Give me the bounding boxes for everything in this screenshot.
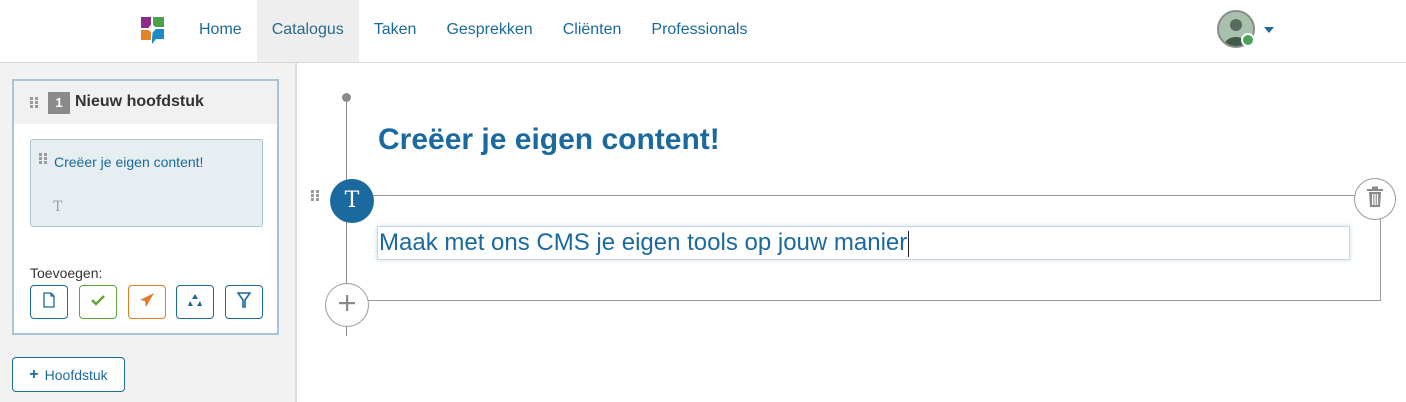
- chapter-card: 1 Nieuw hoofdstuk Creëer je eigen conten…: [12, 79, 279, 335]
- recycle-icon: [187, 292, 203, 313]
- chapter-number-badge: 1: [48, 92, 70, 114]
- plus-icon: [338, 294, 356, 317]
- editor-area: Creëer je eigen content! T Maak met ons …: [297, 63, 1406, 402]
- filter-icon: [236, 291, 252, 313]
- add-block-button[interactable]: [325, 283, 369, 327]
- nav-item-gesprekken[interactable]: Gesprekken: [431, 0, 547, 62]
- add-recycle-button[interactable]: [176, 285, 214, 319]
- text-type-icon: T: [330, 179, 374, 223]
- text-type-icon: T: [53, 199, 63, 215]
- timeline-start-dot: [342, 93, 351, 102]
- nav-item-taken[interactable]: Taken: [359, 0, 432, 62]
- add-document-button[interactable]: [30, 285, 68, 319]
- top-navigation-bar: Home Catalogus Taken Gesprekken Cliënten…: [0, 0, 1406, 63]
- text-block-input[interactable]: Maak met ons CMS je eigen tools op jouw …: [377, 226, 1350, 260]
- drag-handle-icon[interactable]: [311, 190, 319, 202]
- plus-icon: +: [29, 365, 39, 383]
- check-icon: [91, 293, 105, 311]
- chevron-down-icon[interactable]: [1264, 27, 1274, 33]
- add-filter-button[interactable]: [225, 285, 263, 319]
- main-nav: Home Catalogus Taken Gesprekken Cliënten…: [184, 0, 762, 62]
- online-status-icon: [1241, 33, 1255, 47]
- chapter-title: Nieuw hoofdstuk: [75, 93, 204, 110]
- nav-item-catalogus[interactable]: Catalogus: [256, 0, 359, 62]
- add-chapter-button[interactable]: + Hoofdstuk: [12, 357, 125, 392]
- add-send-button[interactable]: [128, 285, 166, 319]
- page-card[interactable]: Creëer je eigen content! T: [30, 139, 263, 227]
- drag-handle-icon[interactable]: [30, 97, 38, 109]
- nav-item-professionals[interactable]: Professionals: [636, 0, 762, 62]
- text-cursor: [908, 230, 910, 257]
- nav-item-clienten[interactable]: Cliënten: [548, 0, 637, 62]
- sidebar: 1 Nieuw hoofdstuk Creëer je eigen conten…: [0, 63, 297, 402]
- document-icon: [42, 291, 56, 313]
- send-icon: [139, 292, 155, 313]
- add-chapter-label: Hoofdstuk: [44, 366, 108, 383]
- page-heading[interactable]: Creëer je eigen content!: [378, 123, 720, 157]
- delete-block-button[interactable]: [1354, 178, 1396, 220]
- text-block-value: Maak met ons CMS je eigen tools op jouw …: [379, 229, 908, 256]
- app-logo[interactable]: [138, 14, 166, 46]
- nav-item-home[interactable]: Home: [184, 0, 257, 62]
- chapter-header[interactable]: 1 Nieuw hoofdstuk: [14, 81, 277, 124]
- trash-icon: [1366, 186, 1384, 213]
- drag-handle-icon[interactable]: [39, 153, 47, 165]
- add-check-button[interactable]: [79, 285, 117, 319]
- add-label: Toevoegen:: [30, 265, 103, 281]
- page-card-title[interactable]: Creëer je eigen content!: [54, 151, 204, 173]
